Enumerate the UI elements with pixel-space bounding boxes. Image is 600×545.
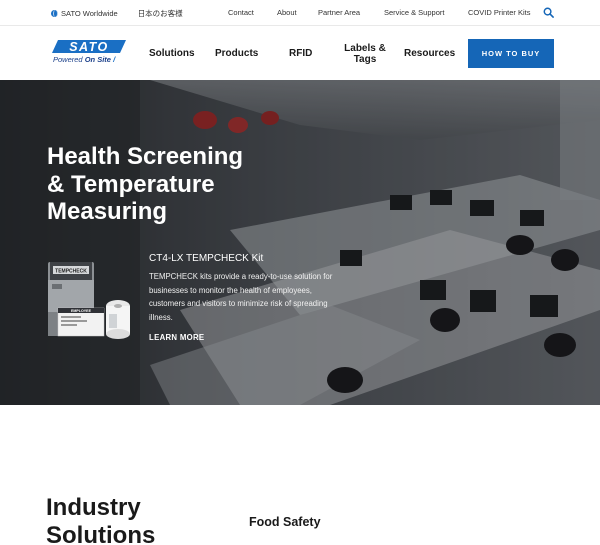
logo-tagline-prefix: Powered <box>53 55 83 64</box>
nav-labels-tags-line2: Tags <box>353 54 377 65</box>
nav-rfid-label: RFID <box>289 48 313 59</box>
industry-heading-line2: Solutions <box>46 522 156 545</box>
utility-left: SATO Worldwide 日本のお客様 <box>51 8 183 19</box>
industry-solutions-heading: Industry Solutions <box>46 494 206 545</box>
industry-heading-line1: Industry <box>46 494 141 521</box>
tempcheck-printer-label: TEMPCHECK <box>55 269 87 275</box>
utility-link-covid-printer-kits[interactable]: COVID Printer Kits <box>468 8 531 17</box>
utility-bar: SATO Worldwide 日本のお客様 Contact About Part… <box>0 0 600 26</box>
hero-title-line1: Health Screening <box>47 143 244 170</box>
nav-rfid[interactable]: RFID <box>289 48 312 59</box>
nav-products[interactable]: Products <box>215 48 258 59</box>
utility-link-about[interactable]: About <box>277 8 297 17</box>
nav-resources-label: Resources <box>404 48 456 59</box>
kit-title: CT4-LX TEMPCHECK Kit <box>149 253 264 264</box>
tempcheck-kit-image: TEMPCHECK EMPLOYEE <box>48 262 130 339</box>
nav-resources[interactable]: Resources <box>404 48 455 59</box>
hero-office-photo <box>0 80 600 405</box>
logo-tagline: Powered On Site / <box>53 55 115 64</box>
utility-link-partner-area[interactable]: Partner Area <box>318 8 360 17</box>
nav-solutions-label: Solutions <box>149 48 195 59</box>
how-to-buy-label: HOW TO BUY <box>481 49 541 58</box>
nav-labels-tags[interactable]: Labels & Tags <box>343 43 387 65</box>
learn-more-link[interactable]: LEARN MORE <box>149 333 204 342</box>
sato-logo[interactable]: SATO Powered On Site / <box>52 40 128 66</box>
hero-title-line2: & Temperature <box>47 170 215 198</box>
utility-link-service-support[interactable]: Service & Support <box>384 8 444 17</box>
how-to-buy-button[interactable]: HOW TO BUY <box>468 39 554 68</box>
nav-products-label: Products <box>215 48 259 59</box>
japanese-customers-link[interactable]: 日本のお客様 <box>138 8 183 19</box>
search-icon[interactable] <box>543 7 554 18</box>
sato-worldwide-link[interactable]: SATO Worldwide <box>61 9 118 18</box>
globe-icon <box>51 10 58 17</box>
hero-banner: Health Screening & Temperature Measuring… <box>0 80 600 405</box>
kit-description: TEMPCHECK kits provide a ready-to-use so… <box>149 272 333 323</box>
nav-labels-tags-line1: Labels & <box>344 43 386 54</box>
utility-link-contact[interactable]: Contact <box>228 8 254 17</box>
tempcheck-label-text: EMPLOYEE <box>71 309 92 313</box>
logo-tagline-strong: On Site <box>84 55 111 64</box>
sato-logo-mark: SATO <box>52 40 126 53</box>
nav-solutions[interactable]: Solutions <box>149 48 195 59</box>
food-safety-link[interactable]: Food Safety <box>249 515 321 529</box>
hero-title-line3: Measuring <box>47 198 168 225</box>
main-nav: SATO Powered On Site / Solutions Product… <box>0 27 600 80</box>
logo-tagline-suffix: / <box>113 55 116 64</box>
sato-wordmark: SATO <box>69 40 109 53</box>
hero-title: Health Screening & Temperature Measuring <box>47 143 307 226</box>
